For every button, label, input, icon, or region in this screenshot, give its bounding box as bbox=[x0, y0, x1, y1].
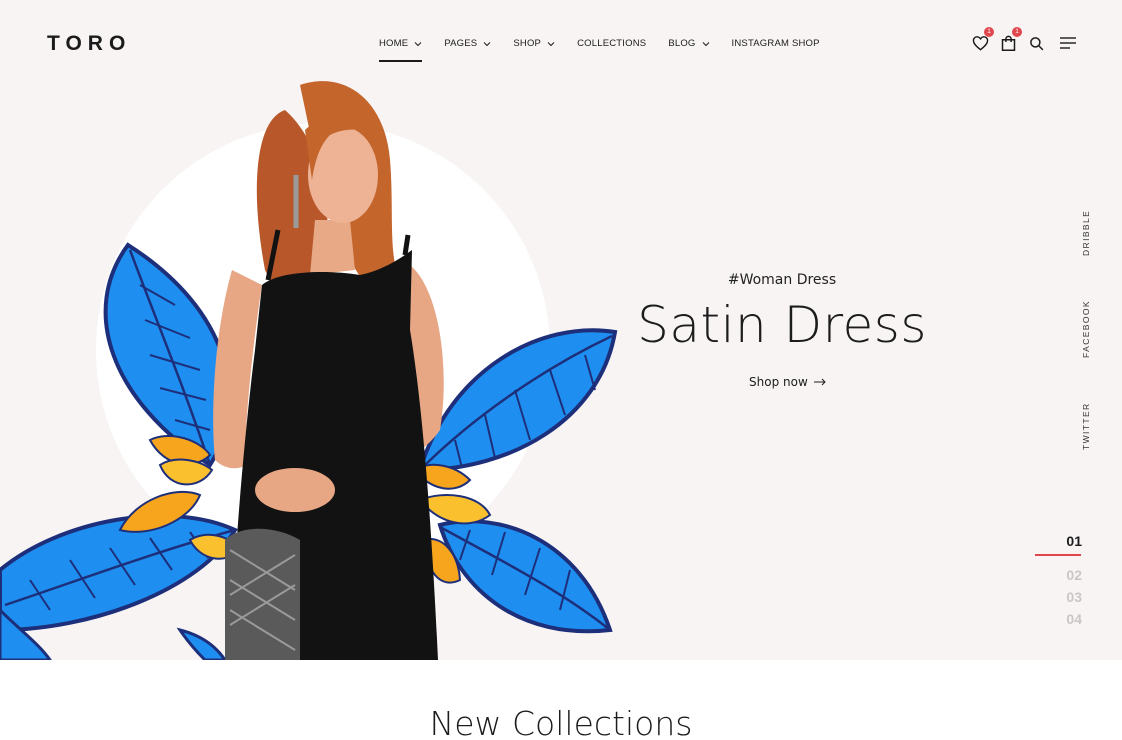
menu-button[interactable] bbox=[1058, 33, 1078, 53]
nav-item-label: COLLECTIONS bbox=[577, 38, 647, 49]
brand-logo[interactable]: TORO bbox=[47, 32, 131, 56]
social-link-twitter[interactable]: TWITTER bbox=[1081, 402, 1091, 450]
slide-number-03[interactable]: 03 bbox=[1030, 586, 1086, 608]
chevron-down-icon bbox=[483, 41, 491, 46]
chevron-down-icon bbox=[702, 41, 709, 46]
slide-number-04[interactable]: 04 bbox=[1030, 608, 1086, 630]
nav-item-home[interactable]: HOME bbox=[379, 38, 423, 62]
nav-item-pages[interactable]: PAGES bbox=[444, 38, 491, 49]
slide-indicator: 01 02 03 04 bbox=[1030, 530, 1086, 630]
hero-section: TORO HOME PAGES SHOP COLLECTIONS BLOG IN… bbox=[0, 0, 1122, 660]
wishlist-count-badge: 1 bbox=[984, 27, 994, 37]
chevron-down-icon bbox=[547, 41, 555, 46]
nav-item-shop[interactable]: SHOP bbox=[513, 38, 555, 49]
search-button[interactable] bbox=[1026, 33, 1046, 53]
shopping-bag-icon bbox=[1001, 35, 1015, 51]
arrow-right-icon bbox=[813, 378, 826, 386]
slide-number-01[interactable]: 01 bbox=[1030, 530, 1086, 552]
heart-icon bbox=[972, 36, 988, 51]
shop-now-label: Shop now bbox=[749, 375, 808, 389]
cart-count-badge: 1 bbox=[1012, 27, 1022, 37]
social-link-facebook[interactable]: FACEBOOK bbox=[1081, 300, 1091, 358]
nav-item-label: HOME bbox=[379, 38, 409, 49]
social-link-dribble[interactable]: DRIBBLE bbox=[1081, 210, 1091, 256]
nav-item-label: SHOP bbox=[513, 38, 542, 49]
nav-item-collections[interactable]: COLLECTIONS bbox=[577, 38, 646, 49]
hero-illustration bbox=[0, 81, 618, 660]
nav-item-label: PAGES bbox=[444, 38, 478, 49]
nav-item-label: INSTAGRAM SHOP bbox=[731, 38, 820, 49]
active-slide-underline bbox=[1035, 554, 1081, 556]
chevron-down-icon bbox=[414, 41, 422, 46]
leaf-left-lower bbox=[0, 513, 238, 633]
shop-now-link[interactable]: Shop now bbox=[749, 375, 826, 389]
section-title: New Collections bbox=[429, 704, 693, 740]
cart-button[interactable]: 1 bbox=[998, 27, 1022, 53]
nav-item-blog[interactable]: BLOG bbox=[668, 38, 709, 49]
hero-tagline: #Woman Dress bbox=[727, 272, 837, 288]
hamburger-menu-icon bbox=[1060, 37, 1076, 49]
slide-number-02[interactable]: 02 bbox=[1030, 564, 1086, 586]
hero-headline: Satin Dress bbox=[637, 296, 927, 354]
main-nav: HOME PAGES SHOP COLLECTIONS BLOG INSTAGR… bbox=[379, 38, 842, 62]
leaf-right-lower bbox=[437, 519, 613, 634]
wishlist-button[interactable]: 1 bbox=[970, 27, 994, 53]
header-actions: 1 1 bbox=[962, 27, 1078, 53]
nav-item-instagram-shop[interactable]: INSTAGRAM SHOP bbox=[732, 38, 820, 49]
search-icon bbox=[1029, 36, 1043, 50]
nav-item-label: BLOG bbox=[668, 38, 696, 49]
